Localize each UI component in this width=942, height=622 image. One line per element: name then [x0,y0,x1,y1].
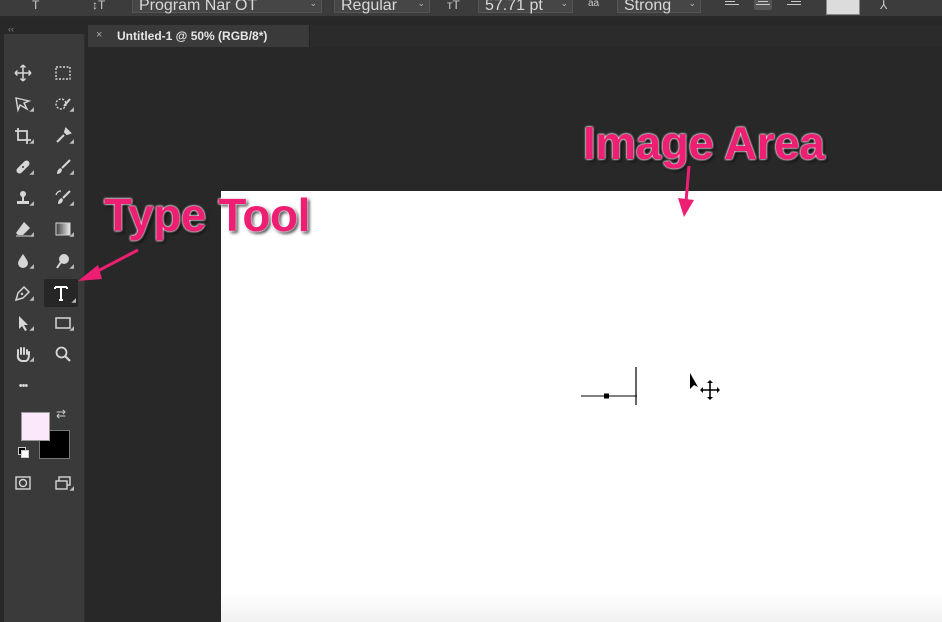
default-colors-icon[interactable] [18,447,29,458]
type-tool-arrow-icon [78,248,139,281]
antialias-icon: aa [588,0,600,9]
image-canvas[interactable] [221,191,942,622]
pen-tool[interactable]: ◢ [10,281,36,305]
submenu-indicator-icon: ◢ [29,357,34,363]
eraser-tool[interactable]: ◢ [10,217,36,241]
hand-tool[interactable]: ◢ [10,342,36,366]
font-size-icon: ᴛT [447,0,460,12]
crop-tool[interactable]: ◢ [10,124,36,148]
move-icon [14,64,32,82]
image-area-annotation: Image Area [583,117,825,169]
quick-selection-tool[interactable]: ◢ [50,92,76,116]
options-bar: T ↕T Program Nar OT ⌄ Regular ⌄ ᴛT 57.71… [0,0,942,17]
healing-brush-tool[interactable]: ◢ [10,155,36,179]
eyedropper-tool[interactable]: ◢ [50,124,76,148]
brush-tool[interactable]: ◢ [50,155,76,179]
submenu-indicator-icon: ◢ [69,139,74,145]
document-tab-bar: × Untitled-1 @ 50% (RGB/8*) [88,25,942,47]
zoom-tool[interactable] [50,342,76,366]
move-tool[interactable] [10,61,36,85]
align-center-button[interactable] [754,0,772,10]
font-family-value: Program Nar OT [139,0,258,14]
antialias-select[interactable]: Strong ⌄ [617,0,701,14]
gradient-tool[interactable]: ◢ [50,217,76,241]
history-brush-tool[interactable]: ◢ [50,186,76,210]
submenu-indicator-icon: ◢ [69,232,74,238]
font-family-select[interactable]: Program Nar OT ⌄ [132,0,322,14]
swap-colors-icon[interactable]: ⇄ [56,407,66,421]
submenu-indicator-icon: ◢ [29,232,34,238]
type-tool-preset-icon[interactable]: T [32,0,39,12]
submenu-indicator-icon: ◢ [29,107,34,113]
submenu-indicator-icon: ◢ [69,170,74,176]
submenu-indicator-icon: ◢ [29,201,34,207]
submenu-indicator-icon: ◢ [69,201,74,207]
move-cursor-icon [690,373,720,400]
collapse-panel-icon[interactable]: ‹‹ [8,24,14,34]
submenu-indicator-icon: ◢ [29,326,34,332]
antialias-value: Strong [624,0,672,14]
text-insertion-cursor-icon [581,367,637,405]
path-selection-tool[interactable]: ◢ [10,311,36,335]
font-size-value: 57.71 pt [485,0,543,14]
more-icon: ••• [18,380,29,392]
type-tool-annotation: Type Tool [104,189,310,241]
align-right-button[interactable] [787,0,801,10]
quick-mask-button[interactable] [10,471,36,495]
warp-text-icon[interactable]: ⅄ [880,0,887,12]
screen-mode-button[interactable]: ◢ [50,471,76,495]
chevron-down-icon: ⌄ [309,0,317,8]
edit-toolbar-button[interactable]: ••• [10,374,36,398]
text-orientation-icon[interactable]: ↕T [92,0,105,12]
foreground-color-swatch[interactable] [21,412,50,441]
submenu-indicator-icon: ◢ [29,139,34,145]
align-left-button[interactable] [725,0,739,10]
text-color-swatch[interactable] [826,0,860,15]
submenu-indicator-icon: ◢ [69,107,74,113]
blur-tool[interactable]: ◢ [10,249,36,273]
font-style-value: Regular [341,0,398,14]
tools-panel: ‹‹ ◢ ◢ ◢ ◢ ◢ ◢ ◢ ◢ ◢ ◢ ◢ ◢ ◢ ◢ ◢ ◢ ◢ •••… [4,24,85,622]
submenu-indicator-icon: ◢ [29,296,34,302]
marquee-tool[interactable] [50,61,76,85]
zoom-icon [55,346,71,362]
font-style-select[interactable]: Regular ⌄ [334,0,430,14]
submenu-indicator-icon: ◢ [29,170,34,176]
type-icon [54,286,68,301]
lasso-tool[interactable]: ◢ [10,92,36,116]
quick-mask-icon [15,476,31,490]
document-tab[interactable]: × Untitled-1 @ 50% (RGB/8*) [88,25,310,47]
submenu-indicator-icon: ◢ [69,486,74,492]
rectangular-marquee-icon [55,66,71,80]
close-icon[interactable]: × [96,29,102,41]
clone-stamp-tool[interactable]: ◢ [10,186,36,210]
document-tab-title: Untitled-1 @ 50% (RGB/8*) [117,29,268,43]
image-area-arrow-icon [678,165,694,217]
submenu-indicator-icon: ◢ [71,298,76,304]
chevron-down-icon: ⌄ [688,0,696,8]
chevron-down-icon: ⌄ [560,0,568,8]
rectangle-tool[interactable]: ◢ [50,311,76,335]
chevron-down-icon: ⌄ [417,0,425,8]
submenu-indicator-icon: ◢ [29,264,34,270]
font-size-select[interactable]: 57.71 pt ⌄ [478,0,573,14]
submenu-indicator-icon: ◢ [69,326,74,332]
